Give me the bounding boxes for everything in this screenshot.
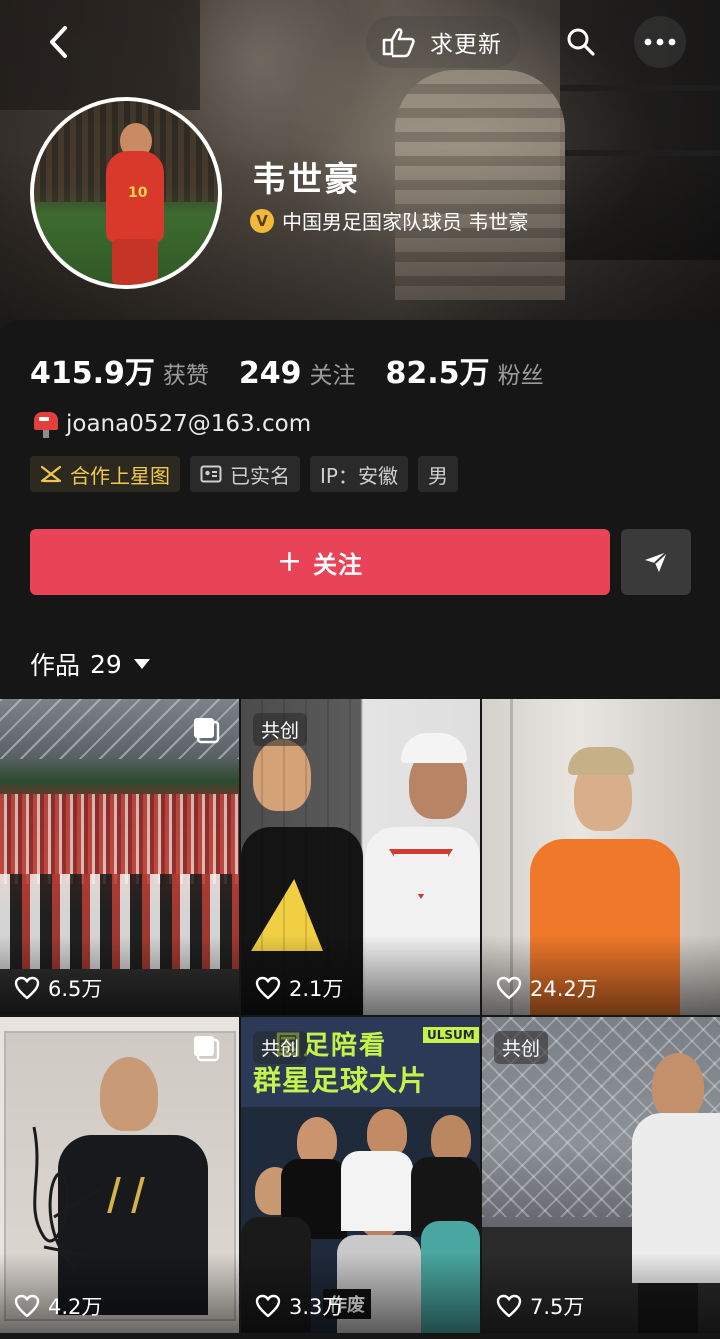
heart-icon bbox=[14, 976, 40, 1000]
caret-down-icon bbox=[133, 659, 150, 669]
profile-panel: 415.9万 获赞 249 关注 82.5万 粉丝 joana0527@163.… bbox=[0, 320, 720, 700]
tag-realname-label: 已实名 bbox=[230, 463, 290, 488]
id-card-icon bbox=[200, 465, 222, 483]
like-count: 2.1万 bbox=[255, 973, 343, 1003]
search-icon bbox=[567, 28, 595, 56]
multi-image-icon bbox=[194, 1036, 220, 1062]
verified-badge-icon: V bbox=[250, 208, 274, 233]
search-button[interactable] bbox=[555, 16, 607, 68]
more-dots-icon bbox=[644, 38, 676, 46]
stat-following-value: 249 bbox=[238, 356, 302, 391]
stat-followers-label: 粉丝 bbox=[497, 363, 544, 389]
message-button[interactable] bbox=[621, 529, 691, 595]
chevron-left-icon bbox=[50, 26, 67, 58]
like-count: 7.5万 bbox=[496, 1291, 584, 1321]
like-count: 4.2万 bbox=[14, 1291, 102, 1321]
stat-likes: 415.9万 获赞 bbox=[30, 348, 209, 392]
back-button[interactable] bbox=[36, 20, 80, 64]
stat-followers[interactable]: 82.5万 粉丝 bbox=[386, 348, 544, 392]
heart-icon bbox=[496, 1294, 522, 1318]
video-card[interactable]: 4.2万 bbox=[0, 1017, 239, 1333]
stats-row: 415.9万 获赞 249 关注 82.5万 粉丝 bbox=[30, 348, 574, 392]
top-bar: 求更新 bbox=[0, 0, 720, 82]
like-count: 24.2万 bbox=[496, 973, 598, 1003]
tag-star-cooperation[interactable]: 合作上星图 bbox=[30, 456, 180, 492]
cocreate-badge: 共创 bbox=[253, 1031, 308, 1064]
mailbox-icon bbox=[32, 410, 60, 438]
stat-likes-label: 获赞 bbox=[162, 363, 209, 389]
heart-icon bbox=[496, 976, 522, 1000]
tag-row: 合作上星图 已实名 IP：安徽 男 bbox=[30, 456, 458, 492]
works-count: 29 bbox=[90, 649, 122, 679]
like-count-value: 4.2万 bbox=[48, 1295, 103, 1319]
cocreate-badge: 共创 bbox=[253, 713, 308, 746]
multi-image-icon bbox=[194, 718, 220, 744]
shelf-board bbox=[560, 85, 720, 91]
tag-star-label: 合作上星图 bbox=[70, 463, 170, 488]
like-count: 6.5万 bbox=[14, 973, 102, 1003]
heart-icon bbox=[14, 1294, 40, 1318]
tag-realname: 已实名 bbox=[190, 456, 300, 492]
striped-shirt bbox=[395, 70, 565, 300]
avatar-player-legs bbox=[112, 239, 158, 285]
shelf-board bbox=[560, 150, 720, 156]
like-count: 3.3万 bbox=[255, 1291, 343, 1321]
stat-likes-value: 415.9万 bbox=[30, 356, 155, 391]
poster-brand: ULSUM bbox=[423, 1027, 479, 1043]
tag-ip-label: IP：安徽 bbox=[320, 463, 398, 488]
cocreate-badge: 共创 bbox=[494, 1031, 549, 1064]
request-update-label: 求更新 bbox=[430, 32, 502, 58]
works-grid: 6.5万 共创 2.1万 24.2万 4.2万 国足陪看 群星足球大片 ULSU… bbox=[0, 699, 720, 1339]
like-count-value: 6.5万 bbox=[48, 977, 103, 1001]
avatar-jersey-number: 10 bbox=[128, 185, 148, 201]
like-count-value: 7.5万 bbox=[530, 1295, 585, 1319]
follow-button[interactable]: + 关注 bbox=[30, 529, 610, 595]
video-card[interactable]: 24.2万 bbox=[482, 699, 720, 1015]
plus-icon: + bbox=[276, 544, 304, 579]
tag-gender: 男 bbox=[417, 456, 458, 492]
follow-label: 关注 bbox=[313, 550, 364, 579]
tag-ip: IP：安徽 bbox=[310, 456, 408, 492]
verification-text: 中国男足国家队球员 韦世豪 bbox=[282, 210, 529, 234]
avatar[interactable]: 10 bbox=[30, 97, 222, 289]
video-card[interactable]: 共创 7.5万 bbox=[482, 1017, 720, 1333]
video-card[interactable]: 6.5万 bbox=[0, 699, 239, 1015]
heart-icon bbox=[255, 1294, 281, 1318]
like-count-value: 2.1万 bbox=[289, 977, 344, 1001]
stat-following-label: 关注 bbox=[309, 363, 356, 389]
works-label: 作品 bbox=[30, 651, 81, 680]
profile-name: 韦世豪 bbox=[252, 160, 360, 200]
more-button[interactable] bbox=[634, 16, 686, 68]
stat-followers-value: 82.5万 bbox=[385, 356, 490, 391]
tab-works[interactable]: 作品 29 bbox=[30, 646, 150, 682]
video-card[interactable]: 共创 2.1万 bbox=[241, 699, 480, 1015]
poster-title-line2: 群星足球大片 bbox=[253, 1064, 428, 1097]
heart-icon bbox=[255, 976, 281, 1000]
send-arrow-icon bbox=[645, 551, 668, 572]
tag-gender-label: 男 bbox=[427, 463, 448, 488]
video-card[interactable]: 国足陪看 群星足球大片 ULSUM 作废 共创 3.3万 bbox=[241, 1017, 480, 1333]
request-update-button[interactable]: 求更新 bbox=[366, 16, 520, 68]
star-map-icon bbox=[40, 465, 62, 483]
contact-line: joana0527@163.com bbox=[32, 410, 311, 438]
hand-point-icon bbox=[382, 28, 415, 58]
verification-line: V 中国男足国家队球员 韦世豪 bbox=[250, 206, 528, 235]
like-count-value: 24.2万 bbox=[530, 977, 598, 1001]
stat-following[interactable]: 249 关注 bbox=[239, 356, 356, 391]
contact-email: joana0527@163.com bbox=[66, 411, 312, 437]
like-count-value: 3.3万 bbox=[289, 1295, 344, 1319]
